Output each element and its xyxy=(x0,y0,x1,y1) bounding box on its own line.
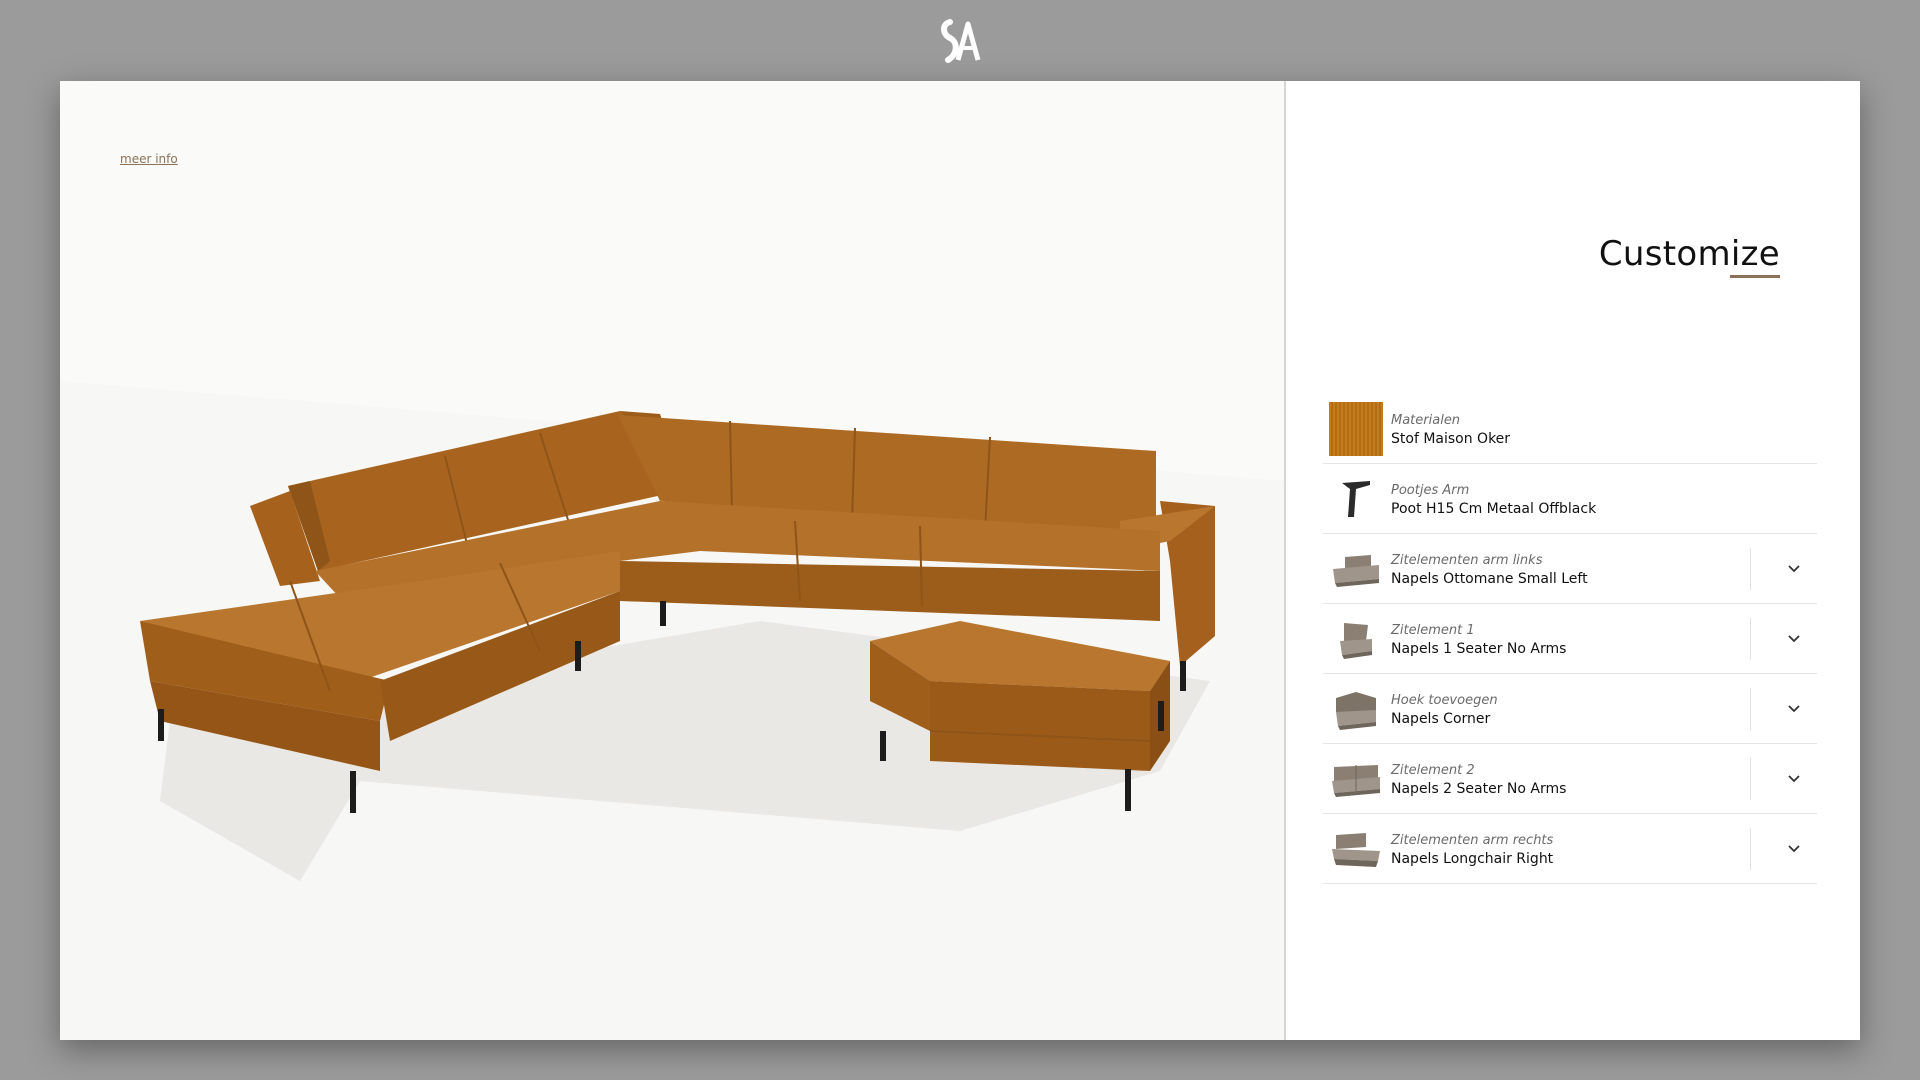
sofa-leg xyxy=(880,731,886,761)
one-seater-icon xyxy=(1329,612,1383,666)
option-value: Napels 1 Seater No Arms xyxy=(1391,641,1567,657)
brand-logo[interactable] xyxy=(936,18,984,64)
option-category: Zitelementen arm rechts xyxy=(1391,833,1554,848)
option-divider xyxy=(1750,548,1751,590)
sofa-leg xyxy=(660,601,666,626)
option-value: Napels 2 Seater No Arms xyxy=(1391,781,1567,797)
option-divider xyxy=(1750,828,1751,870)
title-underline xyxy=(1730,275,1780,278)
option-value: Poot H15 Cm Metaal Offblack xyxy=(1391,501,1597,517)
option-divider xyxy=(1750,618,1751,660)
sofa-leg xyxy=(1158,701,1164,731)
two-seater-icon xyxy=(1329,752,1383,806)
chevron-down-icon[interactable] xyxy=(1784,838,1804,858)
corner-icon xyxy=(1329,682,1383,736)
sofa-render[interactable] xyxy=(60,81,1284,1040)
option-zitelementen-arm-links[interactable]: Zitelementen arm links Napels Ottomane S… xyxy=(1323,534,1817,604)
option-value: Napels Corner xyxy=(1391,711,1491,727)
configurator-card: meer info Customize Materialen Stof Mais… xyxy=(60,81,1860,1040)
option-category: Pootjes Arm xyxy=(1391,483,1470,498)
fabric-swatch-icon xyxy=(1329,402,1383,456)
ottoman-left-icon xyxy=(1329,542,1383,596)
option-divider xyxy=(1750,688,1751,730)
option-zitelementen-arm-rechts[interactable]: Zitelementen arm rechts Napels Longchair… xyxy=(1323,814,1817,884)
sofa-leg xyxy=(350,771,356,813)
option-category: Zitelement 1 xyxy=(1391,623,1475,638)
option-pootjes-arm[interactable]: Pootjes Arm Poot H15 Cm Metaal Offblack xyxy=(1323,464,1817,534)
option-materialen[interactable]: Materialen Stof Maison Oker xyxy=(1323,394,1817,464)
leg-icon xyxy=(1329,472,1383,526)
chevron-down-icon[interactable] xyxy=(1784,768,1804,788)
chevron-down-icon[interactable] xyxy=(1784,698,1804,718)
option-hoek-toevoegen[interactable]: Hoek toevoegen Napels Corner xyxy=(1323,674,1817,744)
chevron-down-icon[interactable] xyxy=(1784,628,1804,648)
sofa-leg xyxy=(1125,769,1131,811)
customize-panel: Customize Materialen Stof Maison Oker Po… xyxy=(1286,81,1860,1040)
options-list: Materialen Stof Maison Oker Pootjes Arm … xyxy=(1323,394,1817,884)
option-value: Napels Ottomane Small Left xyxy=(1391,571,1588,587)
option-category: Zitelement 2 xyxy=(1391,763,1475,778)
sofa-leg xyxy=(1180,661,1186,691)
sofa-leg xyxy=(158,709,164,741)
longchair-right-icon xyxy=(1329,822,1383,876)
sofa-leg xyxy=(575,641,581,671)
option-divider xyxy=(1750,758,1751,800)
option-category: Hoek toevoegen xyxy=(1391,693,1498,708)
option-zitelement-1[interactable]: Zitelement 1 Napels 1 Seater No Arms xyxy=(1323,604,1817,674)
3d-viewer[interactable]: meer info xyxy=(60,81,1286,1040)
option-category: Materialen xyxy=(1391,413,1461,428)
option-zitelement-2[interactable]: Zitelement 2 Napels 2 Seater No Arms xyxy=(1323,744,1817,814)
option-value: Stof Maison Oker xyxy=(1391,431,1511,447)
option-category: Zitelementen arm links xyxy=(1391,553,1543,568)
chevron-down-icon[interactable] xyxy=(1784,558,1804,578)
panel-title: Customize xyxy=(1598,234,1780,274)
option-value: Napels Longchair Right xyxy=(1391,851,1554,867)
